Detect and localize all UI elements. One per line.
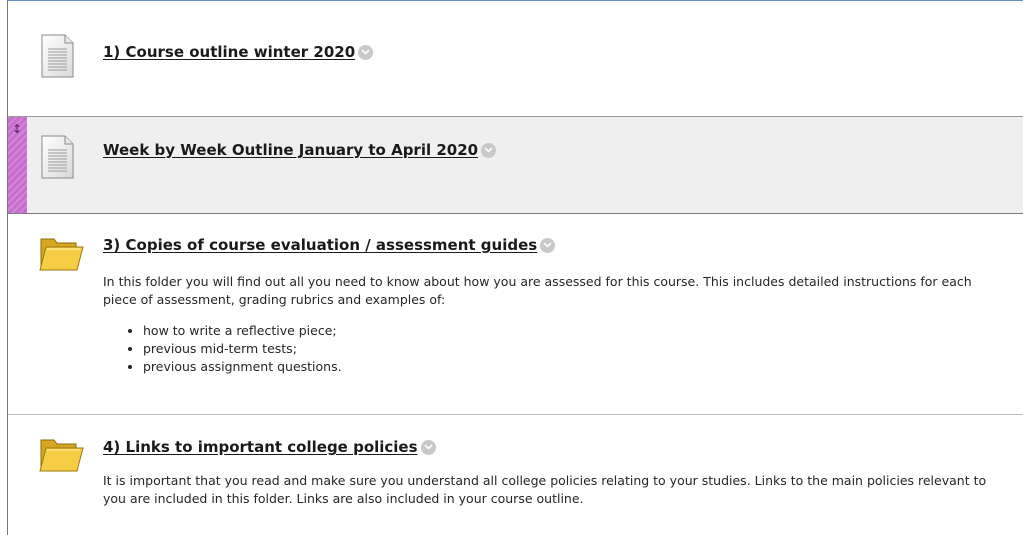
item-options-button[interactable]: [481, 142, 497, 158]
list-item: previous mid-term tests;: [143, 340, 999, 358]
chevron-down-icon: [423, 444, 433, 450]
course-outline-link[interactable]: 1) Course outline winter 2020: [103, 43, 355, 61]
item-options-button[interactable]: [358, 44, 374, 60]
item-title-row: 4) Links to important college policies: [103, 438, 436, 456]
item-title-row: 3) Copies of course evaluation / assessm…: [103, 236, 556, 254]
item-options-button[interactable]: [420, 439, 436, 455]
item-options-button[interactable]: [540, 237, 556, 253]
chevron-down-icon: [361, 49, 370, 55]
item-description: In this folder you will find out all you…: [103, 273, 999, 376]
content-item: 3) Copies of course evaluation / assessm…: [8, 213, 1023, 415]
content-item: 1) Course outline winter 2020: [8, 1, 1023, 117]
item-description: It is important that you read and make s…: [103, 472, 999, 508]
description-text: In this folder you will find out all you…: [103, 274, 972, 307]
chevron-down-icon: [484, 147, 493, 153]
content-list: 1) Course outline winter 2020 ↕ Week by …: [7, 0, 1023, 535]
drag-handle[interactable]: ↕: [8, 117, 27, 213]
list-item: how to write a reflective piece;: [143, 322, 999, 340]
drag-arrows-icon: ↕: [12, 122, 23, 136]
folder-icon: [38, 233, 84, 277]
folder-icon: [38, 434, 84, 478]
chevron-down-icon: [543, 242, 552, 248]
document-icon: [38, 33, 80, 78]
description-text: It is important that you read and make s…: [103, 473, 987, 506]
item-title-row: Week by Week Outline January to April 20…: [103, 141, 497, 159]
document-icon: [38, 134, 80, 179]
list-item: previous assignment questions.: [143, 358, 999, 376]
college-policies-link[interactable]: 4) Links to important college policies: [103, 438, 418, 456]
content-item-selected: ↕ Week by Week Outline January to April …: [8, 116, 1023, 214]
bullet-list: how to write a reflective piece; previou…: [103, 322, 999, 376]
content-item: 4) Links to important college policies I…: [8, 414, 1023, 535]
item-title-row: 1) Course outline winter 2020: [103, 43, 374, 61]
week-outline-link[interactable]: Week by Week Outline January to April 20…: [103, 141, 478, 159]
assessment-guides-link[interactable]: 3) Copies of course evaluation / assessm…: [103, 236, 537, 254]
